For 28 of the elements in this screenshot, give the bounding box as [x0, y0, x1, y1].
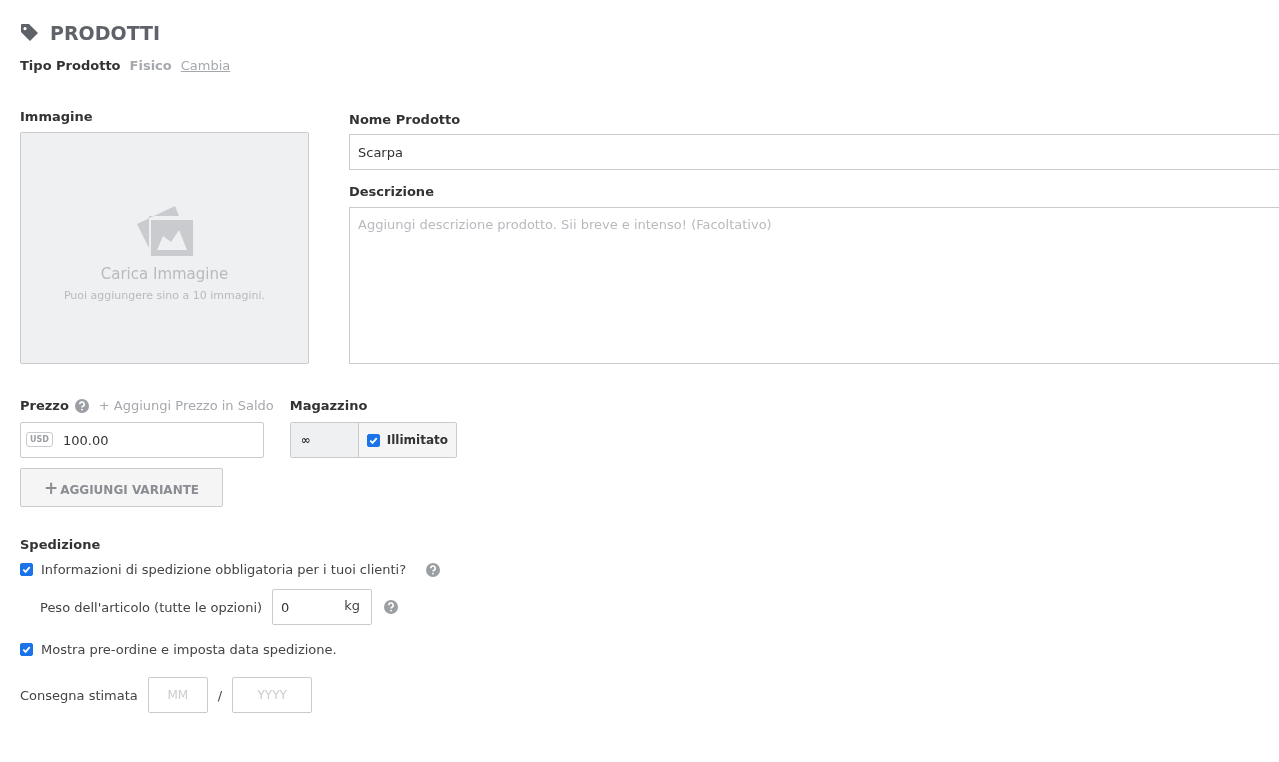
preorder-label: Mostra pre-ordine e imposta data spedizione. [41, 642, 337, 657]
weight-label: Peso dell'articolo (tutte le opzioni) [40, 599, 263, 615]
stock-field[interactable]: ∞ [290, 423, 359, 457]
currency-badge: USD [26, 432, 53, 447]
unlimited-label: Illimitato [386, 433, 448, 447]
shipping-required-checkbox[interactable] [20, 563, 33, 576]
product-type-value: Fisico [129, 58, 172, 73]
help-icon[interactable] [74, 398, 89, 413]
description-field[interactable]: Aggiungi descrizione prodotto. Sii breve e intenso! (Facoltativo) [349, 207, 1279, 364]
unlimited-checkbox[interactable] [366, 433, 380, 447]
tag-icon [20, 23, 40, 43]
shipping-required-label: Informazioni di spedizione obbligatoria per i tuoi clienti? [41, 562, 407, 577]
image-label: Immagine [20, 109, 94, 124]
help-icon[interactable] [426, 562, 441, 577]
name-label: Nome Prodotto [349, 112, 462, 127]
help-icon[interactable] [384, 600, 399, 614]
description-label: Descrizione [349, 184, 435, 199]
stock-label: Magazzino [289, 398, 369, 413]
delivery-label: Consegna stimata [20, 687, 138, 703]
weight-unit: kg [344, 598, 361, 613]
page-title: PRODOTTI [50, 22, 161, 44]
product-type-label: Tipo Prodotto [20, 58, 121, 73]
name-field[interactable]: Scarpa [349, 134, 1279, 170]
image-icon [134, 204, 195, 259]
date-separator: / [217, 687, 223, 703]
price-label: Prezzo [20, 398, 69, 413]
shipping-label: Spedizione [20, 537, 102, 552]
preorder-checkbox[interactable] [20, 643, 33, 656]
